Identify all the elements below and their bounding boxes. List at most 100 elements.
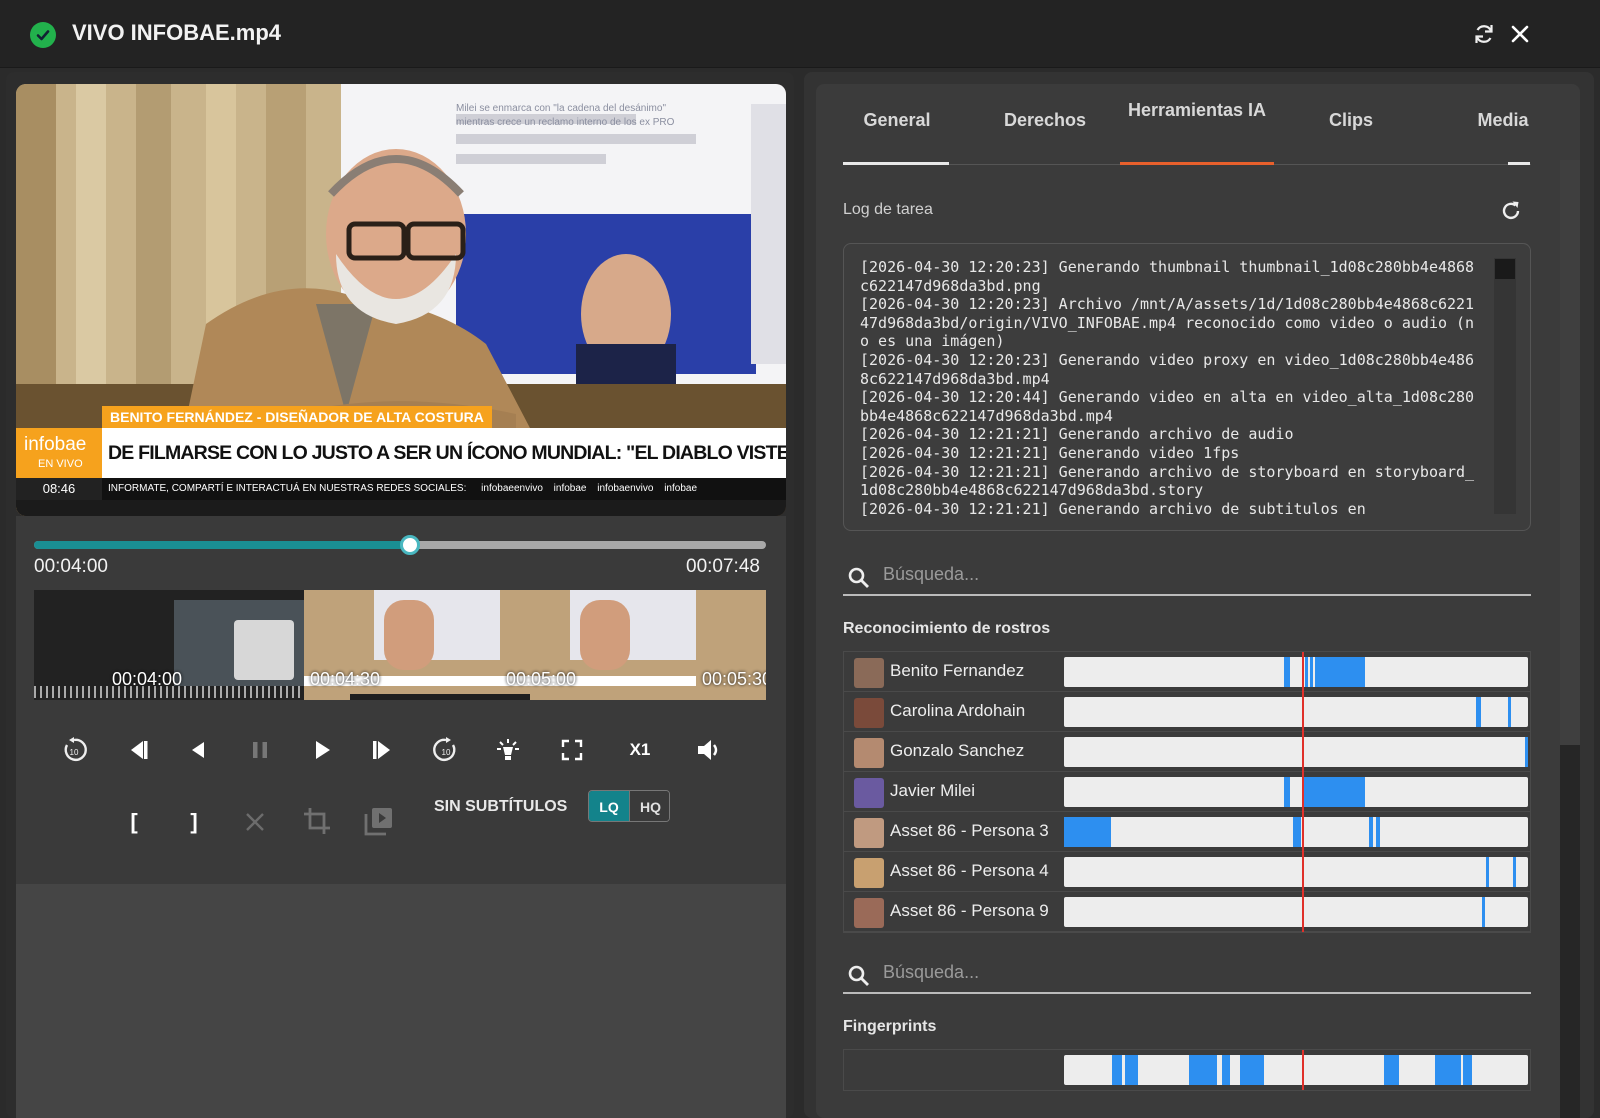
face-row[interactable]: Asset 86 - Persona 4 — [844, 852, 1530, 892]
log-scrollbar-thumb[interactable] — [1495, 259, 1515, 279]
face-segment[interactable] — [1512, 857, 1516, 887]
face-segment[interactable] — [1376, 817, 1381, 847]
log-box[interactable]: [2026-04-30 12:20:23] Generando thumbnai… — [843, 243, 1531, 531]
quality-hq-button[interactable]: HQ — [629, 791, 669, 821]
subtitles-selector[interactable]: SIN SUBTÍTULOS — [434, 798, 567, 816]
clear-marks-icon[interactable] — [240, 806, 270, 838]
faces-search-input[interactable]: Búsqueda... — [883, 564, 979, 585]
next-frame-icon[interactable] — [368, 734, 400, 766]
face-avatar — [854, 858, 884, 888]
thumbnail[interactable]: 00:04:00 — [34, 590, 304, 700]
fingerprint-segment[interactable] — [1221, 1055, 1231, 1085]
face-row[interactable]: Gonzalo Sanchez — [844, 732, 1530, 772]
face-segment[interactable] — [1284, 777, 1290, 807]
rewind-10-icon[interactable]: 10 — [58, 734, 90, 766]
play-icon[interactable] — [306, 734, 338, 766]
thumbnail-scrollbar[interactable] — [350, 694, 530, 700]
face-row[interactable]: Benito Fernandez — [844, 652, 1530, 692]
thumbnail[interactable]: 00:05:00 — [500, 590, 696, 700]
face-segment[interactable] — [1292, 817, 1301, 847]
fingerprint-segment[interactable] — [1384, 1055, 1399, 1085]
fingerprint-segment[interactable] — [1435, 1055, 1461, 1085]
headline: DE FILMARSE CON LO JUSTO A SER UN ÍCONO … — [102, 428, 786, 478]
faces-search[interactable]: Búsqueda... — [843, 556, 1531, 596]
refresh-icon[interactable] — [1470, 20, 1498, 48]
progress-handle[interactable] — [399, 535, 420, 555]
face-segment[interactable] — [1524, 737, 1528, 767]
log-refresh-icon[interactable] — [1496, 196, 1526, 226]
face-timeline[interactable] — [1064, 737, 1528, 767]
face-timeline[interactable] — [1064, 897, 1528, 927]
tab-herramientas-ia[interactable]: Herramientas IA — [1122, 94, 1272, 126]
quality-lq-button[interactable]: LQ — [589, 791, 629, 821]
fingerprints-playhead — [1302, 1050, 1305, 1090]
step-back-icon[interactable] — [182, 734, 214, 766]
face-segment[interactable] — [1476, 697, 1481, 727]
previous-frame-icon[interactable] — [120, 734, 152, 766]
pause-icon[interactable] — [244, 734, 276, 766]
face-segment[interactable] — [1508, 697, 1512, 727]
fingerprint-segment[interactable] — [1463, 1055, 1473, 1085]
face-row[interactable]: Asset 86 - Persona 9 — [844, 892, 1530, 932]
face-row[interactable]: Javier Milei — [844, 772, 1530, 812]
crop-icon[interactable] — [300, 804, 334, 838]
face-segment[interactable] — [1369, 817, 1373, 847]
face-segment[interactable] — [1486, 857, 1490, 887]
thumbnail-strip[interactable]: 00:04:00 00:04:30 00:05:00 00:05:30 — [34, 590, 766, 700]
thumbnail[interactable]: 00:04:30 — [304, 590, 500, 700]
speed-button[interactable]: X1 — [622, 734, 658, 766]
log-scrollbar[interactable] — [1494, 258, 1516, 514]
clip-library-icon[interactable] — [362, 804, 396, 838]
fingerprint-segment[interactable] — [1240, 1055, 1264, 1085]
log-text: [2026-04-30 12:20:23] Generando thumbnai… — [860, 258, 1475, 518]
brand-logo: infobae — [24, 434, 87, 455]
video-frame[interactable]: BENITO FERNÁNDEZ - DISEÑADOR DE ALTA COS… — [16, 84, 786, 516]
face-timeline[interactable] — [1064, 657, 1528, 687]
mark-out-button[interactable]: ] — [182, 806, 206, 838]
face-row[interactable]: Asset 86 - Persona 3 — [844, 812, 1530, 852]
face-segment[interactable] — [1303, 777, 1365, 807]
fingerprint-segment[interactable] — [1111, 1055, 1122, 1085]
tab-media[interactable]: Media — [1448, 110, 1558, 131]
brand-badge: infobae EN VIVO — [16, 428, 102, 478]
face-timeline[interactable] — [1064, 857, 1528, 887]
face-segment[interactable] — [1284, 657, 1290, 687]
tab-indicator-right — [1508, 162, 1530, 165]
face-avatar — [854, 738, 884, 768]
fingerprint-segment[interactable] — [1125, 1055, 1139, 1085]
face-segment[interactable] — [1305, 657, 1309, 687]
fingerprint-segment[interactable] — [1189, 1055, 1218, 1085]
svg-text:10: 10 — [442, 748, 451, 757]
mark-in-button[interactable]: [ — [122, 806, 146, 838]
panel-scrollbar-thumb[interactable] — [1560, 745, 1580, 1118]
face-timeline[interactable] — [1064, 777, 1528, 807]
forward-10-icon[interactable]: 10 — [430, 734, 462, 766]
thumbnail[interactable]: 00:05:30 — [696, 590, 766, 700]
thumbnail-time: 00:05:30 — [702, 669, 766, 689]
close-icon[interactable] — [1506, 20, 1534, 48]
face-segment[interactable] — [1309, 657, 1313, 687]
face-avatar — [854, 658, 884, 688]
face-segment[interactable] — [1064, 817, 1112, 847]
face-timeline[interactable] — [1064, 697, 1528, 727]
panel-scrollbar[interactable] — [1560, 160, 1580, 1118]
progress-track[interactable] — [34, 535, 766, 555]
face-segment[interactable] — [1481, 897, 1485, 927]
tab-clips[interactable]: Clips — [1296, 110, 1406, 131]
face-name: Carolina Ardohain — [890, 701, 1026, 720]
ticker: INFORMATE, COMPARTÍ E INTERACTUÁ EN NUES… — [102, 478, 786, 500]
window-title: VIVO INFOBAE.mp4 — [72, 20, 282, 45]
tab-general[interactable]: General — [842, 110, 952, 131]
face-row[interactable]: Carolina Ardohain — [844, 692, 1530, 732]
tab-derechos[interactable]: Derechos — [990, 110, 1100, 131]
fullscreen-icon[interactable] — [556, 734, 588, 766]
face-segment[interactable] — [1314, 657, 1365, 687]
face-timeline[interactable] — [1064, 817, 1528, 847]
fingerprints-track[interactable] — [1064, 1050, 1528, 1090]
face-name: Gonzalo Sanchez — [890, 741, 1025, 760]
fingerprints-search[interactable]: Búsqueda... — [843, 954, 1531, 994]
volume-icon[interactable] — [692, 734, 726, 766]
fingerprints-search-input[interactable]: Búsqueda... — [883, 962, 979, 983]
tab-indicator-left — [843, 162, 949, 165]
spotlight-icon[interactable] — [492, 734, 524, 766]
